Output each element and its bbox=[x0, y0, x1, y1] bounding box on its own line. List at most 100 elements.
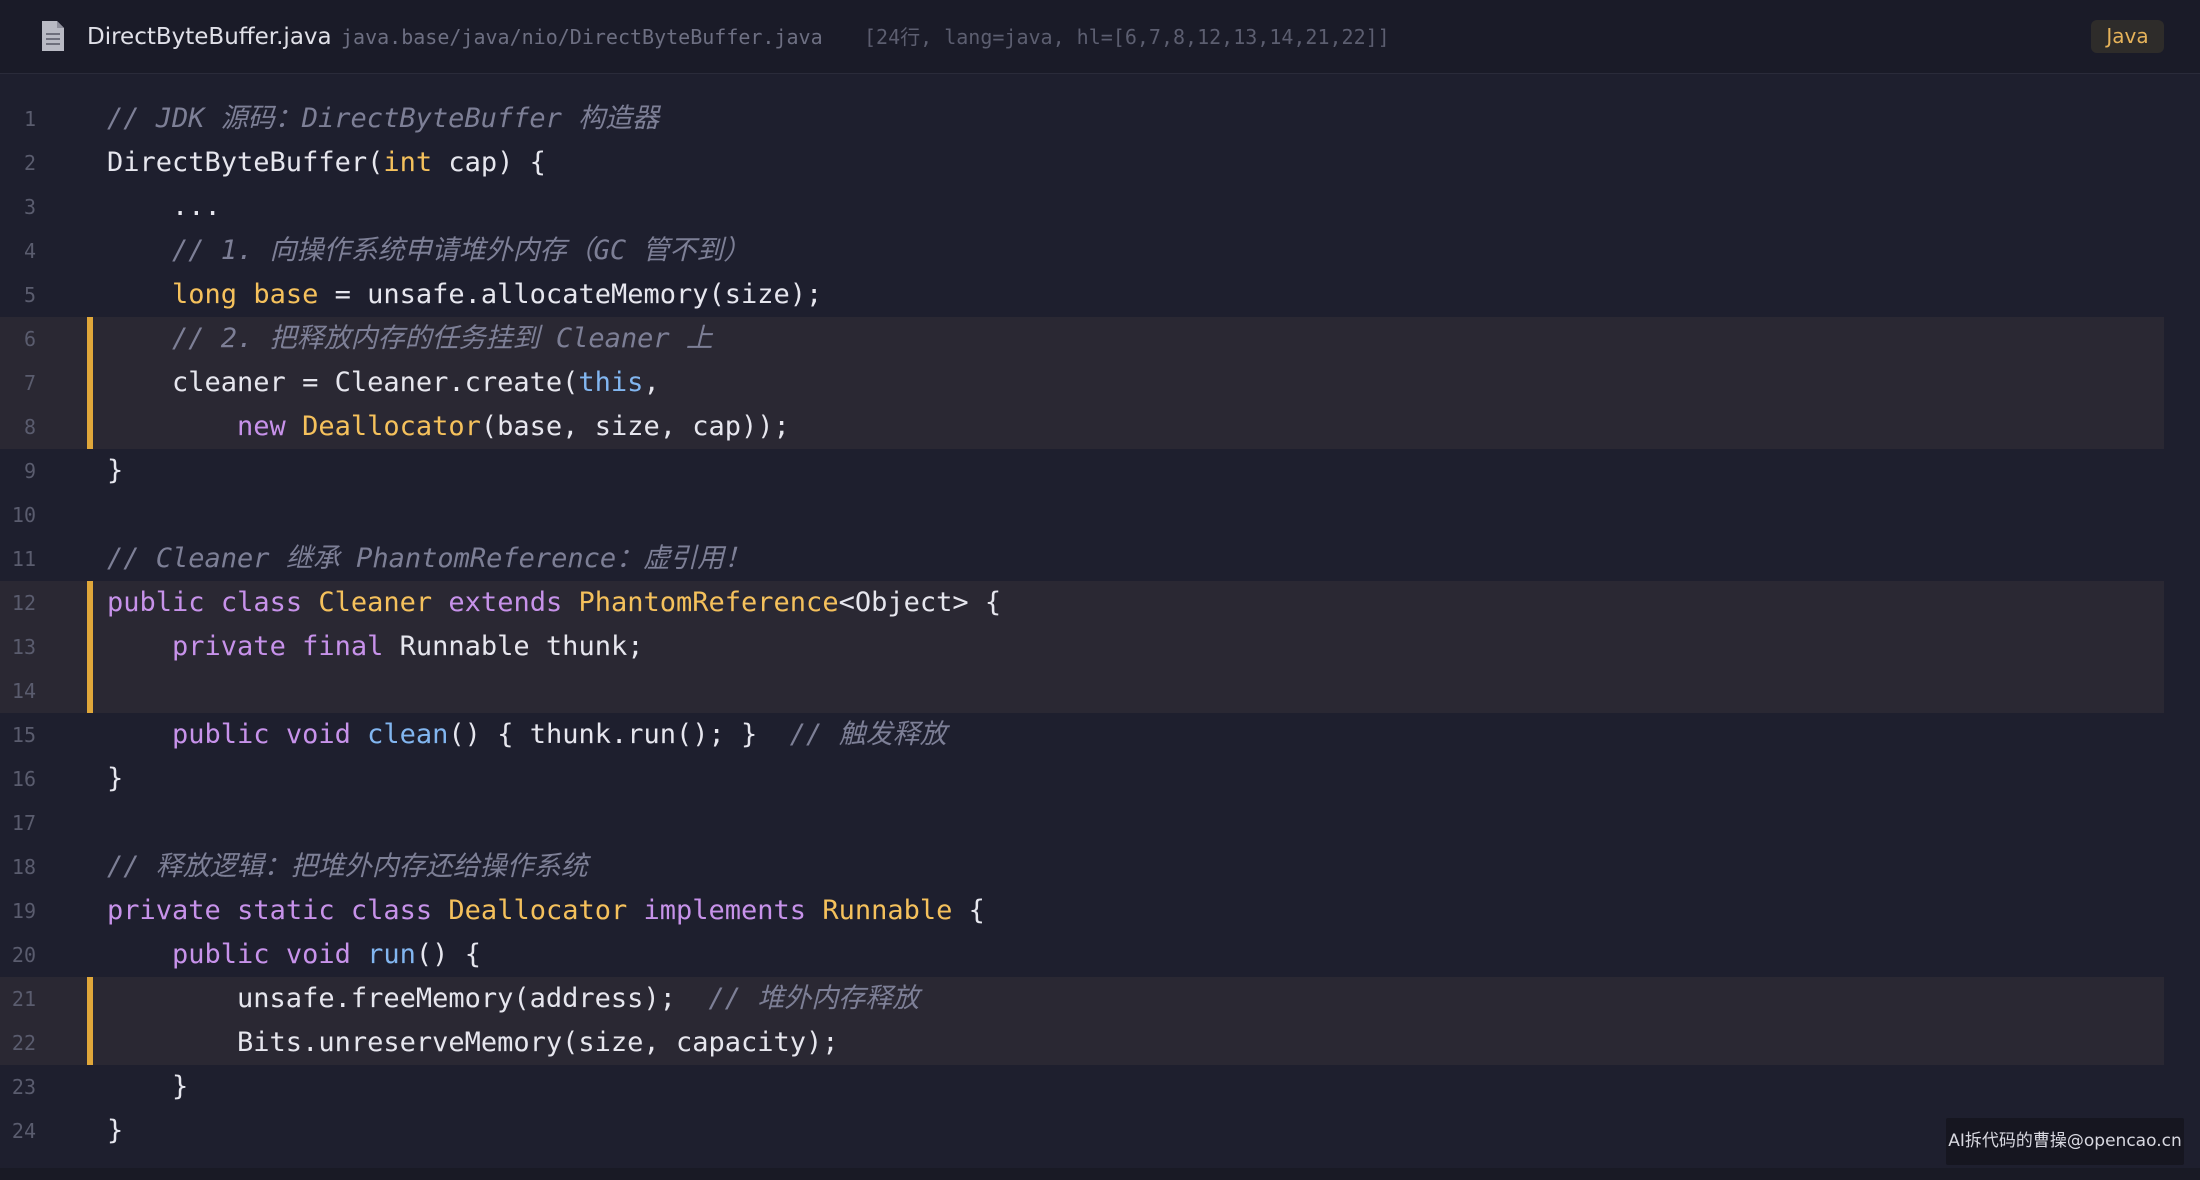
code-token: long bbox=[172, 279, 238, 310]
code-token: // 2. 把释放内存的任务挂到 Cleaner 上 bbox=[172, 323, 713, 354]
code-token: // JDK 源码：DirectByteBuffer 构造器 bbox=[107, 103, 660, 134]
code-token: Runnable bbox=[822, 895, 953, 926]
line-number: 17 bbox=[11, 811, 36, 835]
line-number: 18 bbox=[11, 855, 36, 879]
code-body: 1 // JDK 源码：DirectByteBuffer 构造器 2 DirectBy… bbox=[0, 97, 2200, 1153]
code-line: 16} bbox=[0, 757, 2200, 801]
line-number: 19 bbox=[11, 899, 36, 923]
code-line: 19 private static class Deallocator imple… bbox=[0, 889, 2200, 933]
code-line: 22 Bits.unreserveMemory(size, capacity); bbox=[0, 1021, 2164, 1065]
code-token: unsafe.freeMemory(address); bbox=[107, 983, 709, 1014]
line-number: 8 bbox=[23, 415, 36, 439]
code-token: <Object> { bbox=[838, 587, 1002, 618]
file-name: DirectByteBuffer.java bbox=[87, 24, 332, 50]
code-line: 9} bbox=[0, 449, 2200, 493]
line-source: private static class Deallocator impleme… bbox=[107, 889, 985, 933]
line-source: // Cleaner 继承 PhantomReference：虚引用！ bbox=[107, 537, 751, 581]
line-number: 9 bbox=[23, 459, 36, 483]
line-number: 1 bbox=[23, 107, 36, 131]
code-line: 18 // 释放逻辑：把堆外内存还给操作系统 bbox=[0, 845, 2200, 889]
line-number: 10 bbox=[11, 503, 36, 527]
code-token: Runnable thunk; bbox=[383, 631, 644, 662]
code-token: private bbox=[107, 895, 221, 926]
code-token: this bbox=[578, 367, 644, 398]
code-line: 8 new Deallocator(base, size, cap)); bbox=[0, 405, 2164, 449]
line-source: cleaner = Cleaner.create(this, bbox=[107, 361, 660, 405]
line-source: // 2. 把释放内存的任务挂到 Cleaner 上 bbox=[107, 317, 713, 361]
code-token: cap) { bbox=[432, 147, 546, 178]
code-token: clean bbox=[367, 719, 449, 750]
file-path: java.base/java/nio/DirectByteBuffer.java bbox=[341, 25, 823, 49]
code-token: Cleaner bbox=[318, 587, 433, 618]
code-token: // 释放逻辑：把堆外内存还给操作系统 bbox=[107, 851, 588, 882]
code-line: 12 public class Cleaner extends PhantomRe… bbox=[0, 581, 2164, 625]
code-viewer: DirectByteBuffer.java java.base/java/nio… bbox=[0, 0, 2200, 1180]
code-token: Deallocator bbox=[448, 895, 628, 926]
code-token: public bbox=[172, 939, 270, 970]
line-number: 15 bbox=[11, 723, 36, 747]
code-line: 11 // Cleaner 继承 PhantomReference：虚引用！ bbox=[0, 537, 2200, 581]
code-line: 5 long base = unsafe.allocateMemory(size… bbox=[0, 273, 2200, 317]
line-source: long base = unsafe.allocateMemory(size); bbox=[107, 273, 822, 317]
code-token: extends bbox=[448, 587, 563, 618]
code-token: void bbox=[285, 719, 351, 750]
code-token: } bbox=[107, 1071, 189, 1102]
line-number: 13 bbox=[11, 635, 36, 659]
code-line: 4 // 1. 向操作系统申请堆外内存（GC 管不到） bbox=[0, 229, 2200, 273]
file-meta: [24行, lang=java, hl=[6,7,8,12,13,14,21,2… bbox=[864, 25, 1390, 49]
code-token: } bbox=[107, 1115, 124, 1146]
code-token: implements bbox=[643, 895, 807, 926]
code-token: static bbox=[237, 895, 335, 926]
code-token: Deallocator bbox=[302, 411, 481, 442]
line-number: 12 bbox=[11, 591, 36, 615]
code-token: public bbox=[107, 587, 205, 618]
line-source: DirectByteBuffer(int cap) { bbox=[107, 141, 546, 185]
line-source: // 1. 向操作系统申请堆外内存（GC 管不到） bbox=[107, 229, 750, 273]
line-number: 4 bbox=[23, 239, 36, 263]
code-line: 13 private final Runnable thunk; bbox=[0, 625, 2164, 669]
code-token: (base, size, cap)); bbox=[480, 411, 790, 442]
file-document-icon bbox=[40, 20, 66, 52]
code-line: 23 } bbox=[0, 1065, 2200, 1109]
line-source: } bbox=[107, 449, 123, 493]
code-token: new bbox=[237, 411, 286, 442]
code-line: 2 DirectByteBuffer(int cap) { bbox=[0, 141, 2200, 185]
code-token: class bbox=[350, 895, 433, 926]
line-number: 22 bbox=[11, 1031, 36, 1055]
code-line: 7 cleaner = Cleaner.create(this, bbox=[0, 361, 2164, 405]
code-line: 17 bbox=[0, 801, 2200, 845]
line-source: unsafe.freeMemory(address); // 堆外内存释放 bbox=[107, 977, 919, 1021]
code-token: void bbox=[285, 939, 351, 970]
code-line: 6 // 2. 把释放内存的任务挂到 Cleaner 上 bbox=[0, 317, 2164, 361]
line-number: 16 bbox=[11, 767, 36, 791]
line-number: 3 bbox=[23, 195, 36, 219]
code-token: run bbox=[367, 939, 416, 970]
line-source: new Deallocator(base, size, cap)); bbox=[107, 405, 790, 449]
code-token: base bbox=[253, 279, 319, 310]
code-token: () { thunk.run(); } bbox=[448, 719, 790, 750]
code-token: private bbox=[172, 631, 286, 662]
line-number: 24 bbox=[11, 1119, 36, 1143]
line-source: // 释放逻辑：把堆外内存还给操作系统 bbox=[107, 845, 588, 889]
code-token: { bbox=[952, 895, 985, 926]
line-source: private final Runnable thunk; bbox=[107, 625, 643, 669]
line-number: 20 bbox=[11, 943, 36, 967]
line-number: 23 bbox=[11, 1075, 36, 1099]
code-token: () { bbox=[415, 939, 481, 970]
watermark: AI拆代码的曹操@opencao.cn bbox=[1946, 1118, 2184, 1165]
